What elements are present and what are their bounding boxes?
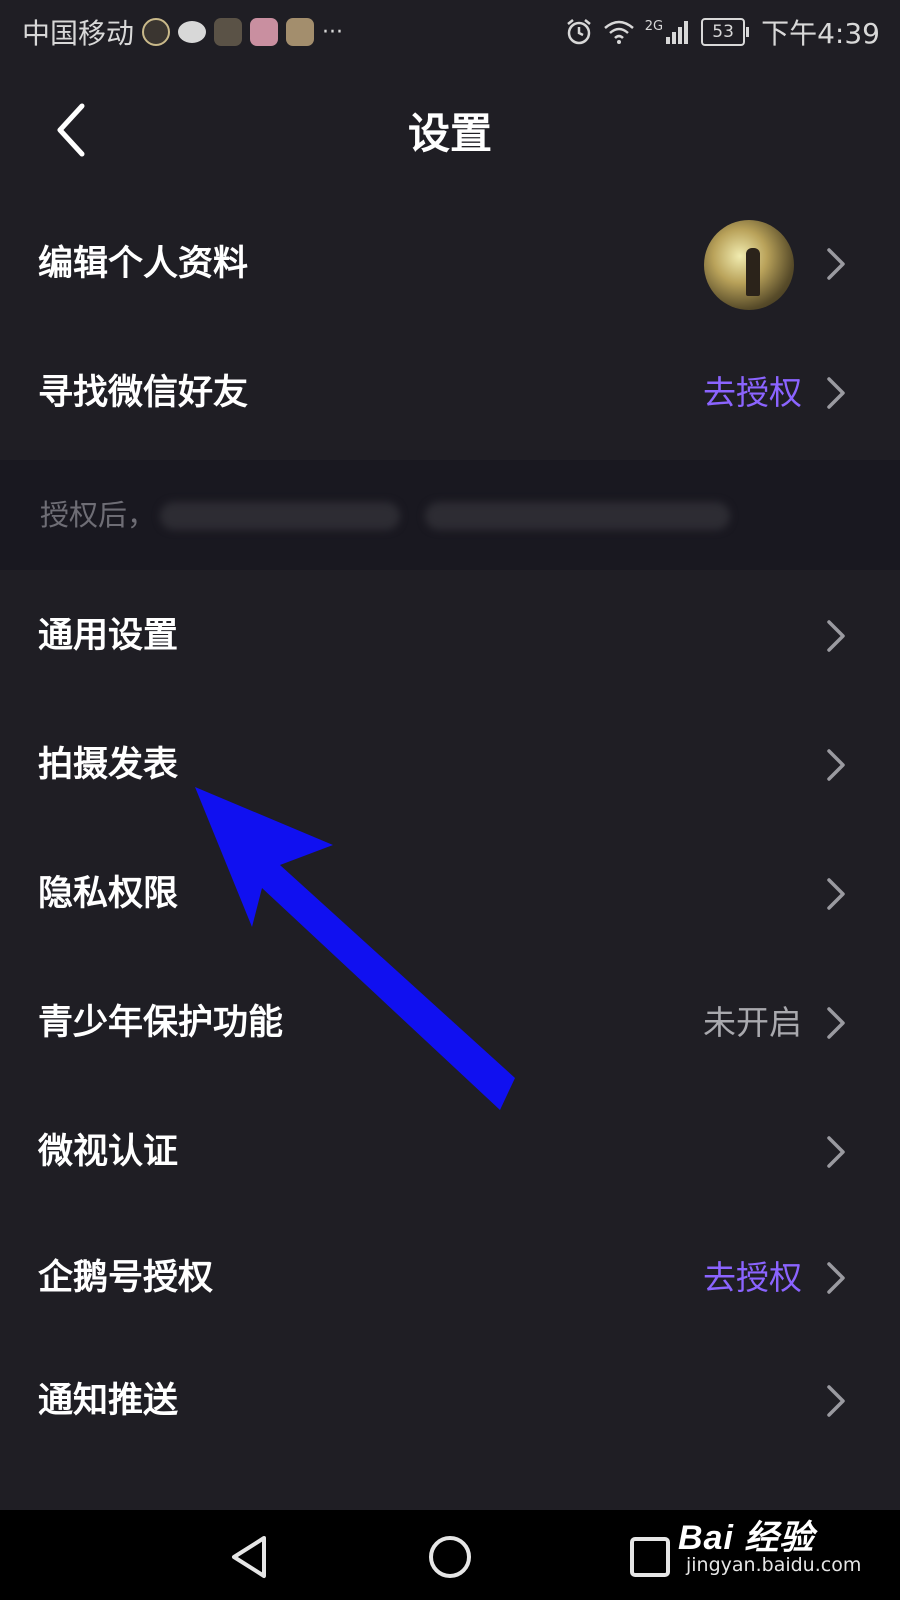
row-notification-push[interactable]: 通知推送	[0, 1337, 900, 1465]
row-label: 编辑个人资料	[38, 244, 249, 284]
pink-app-icon	[250, 18, 279, 46]
more-notifications: ···	[322, 19, 343, 45]
video-app-icon	[214, 18, 243, 46]
chevron-right-icon	[827, 878, 845, 910]
authorization-hint: 授权后，	[0, 460, 900, 570]
row-label: 拍摄发表	[38, 745, 179, 785]
blurred-hint-text	[160, 502, 400, 530]
row-label: 企鹅号授权	[38, 1258, 214, 1298]
circle-home-icon[interactable]	[425, 1532, 475, 1582]
row-label: 通知推送	[38, 1381, 179, 1421]
clock: 下午4:39	[761, 17, 880, 50]
triangle-back-icon[interactable]	[226, 1532, 276, 1582]
chevron-right-icon	[827, 1136, 845, 1168]
row-penguin-authorization[interactable]: 企鹅号授权 去授权	[0, 1214, 900, 1342]
chevron-right-icon	[827, 1262, 845, 1294]
network-type: 2G	[644, 18, 664, 34]
row-edit-profile[interactable]: 编辑个人资料	[0, 200, 900, 328]
row-weishi-verification[interactable]: 微视认证	[0, 1088, 900, 1216]
row-shoot-publish[interactable]: 拍摄发表	[0, 701, 900, 829]
authorize-link[interactable]: 去授权	[703, 1214, 802, 1342]
baidu-jingyan-watermark: Bai 经验 jingyan.baidu.com	[678, 1502, 862, 1592]
row-label: 微视认证	[38, 1132, 179, 1172]
watermark-url: jingyan.baidu.com	[686, 1554, 862, 1576]
status-left: 中国移动 ···	[22, 12, 343, 52]
authorize-link[interactable]: 去授权	[703, 329, 802, 457]
row-teen-protection[interactable]: 青少年保护功能 未开启	[0, 959, 900, 1087]
chevron-right-icon	[827, 248, 845, 280]
row-label: 青少年保护功能	[38, 1003, 284, 1043]
chevron-right-icon	[827, 1385, 845, 1417]
status-bar: 中国移动 ··· 2G 53 下午4:39	[0, 0, 900, 62]
status-right: 2G 53 下午4:39	[565, 12, 880, 52]
avatar	[704, 220, 794, 310]
watermark-logo: Bai 经验	[678, 1519, 815, 1557]
chevron-right-icon	[827, 377, 845, 409]
chevron-right-icon	[827, 620, 845, 652]
page-title: 设置	[407, 109, 492, 158]
square-recent-icon[interactable]	[625, 1532, 675, 1582]
row-label: 寻找微信好友	[38, 373, 249, 413]
alarm-icon	[566, 19, 591, 45]
row-label: 隐私权限	[38, 874, 179, 914]
chat-bubble-icon	[178, 21, 207, 43]
row-find-wechat-friends[interactable]: 寻找微信好友 去授权	[0, 329, 900, 457]
page-header: 设置	[0, 62, 900, 197]
carrier-label: 中国移动	[22, 17, 135, 50]
row-general-settings[interactable]: 通用设置	[0, 572, 900, 700]
signal-icon	[666, 21, 689, 44]
hint-text: 授权后，	[40, 498, 157, 532]
chevron-right-icon	[827, 1007, 845, 1039]
wifi-icon	[603, 20, 634, 44]
photo-app-icon	[286, 18, 315, 46]
blurred-hint-text	[425, 502, 730, 530]
row-label: 通用设置	[38, 616, 179, 656]
chevron-right-icon	[827, 749, 845, 781]
row-privacy-permissions[interactable]: 隐私权限	[0, 830, 900, 958]
avatar-figure	[746, 248, 760, 296]
battery-indicator: 53	[701, 18, 750, 46]
status-value: 未开启	[703, 1003, 802, 1042]
camera-app-icon	[142, 18, 171, 46]
